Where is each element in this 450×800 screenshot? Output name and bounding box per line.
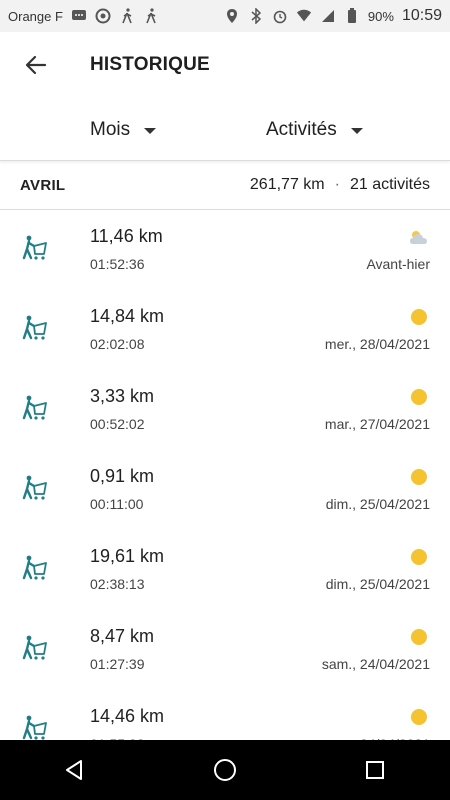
sun-icon (408, 388, 430, 406)
walking-cart-icon (20, 234, 48, 262)
wifi-icon (296, 8, 312, 24)
activity-distance: 19,61 km (90, 546, 165, 566)
chevron-down-icon (144, 128, 157, 134)
activity-type-dropdown[interactable]: Activités (266, 110, 363, 150)
filter-bar: Mois Activités (0, 98, 450, 161)
activity-date: mar., 27/04/2021 (324, 416, 430, 432)
activity-date: Avant-hier (366, 256, 430, 272)
page-title: HISTORIQUE (90, 54, 210, 75)
navigation-bar (0, 740, 450, 800)
battery-icon (344, 8, 360, 24)
cloudy-icon (408, 228, 430, 246)
nav-recents-button[interactable] (350, 745, 400, 795)
activity-distance: 3,33 km (90, 386, 155, 406)
activity-duration: 01:27:39 (90, 656, 145, 672)
walking-cart-icon (20, 634, 48, 662)
activity-duration: 02:02:08 (90, 336, 145, 352)
walking-icon-2 (143, 8, 159, 24)
walking-cart-icon (20, 314, 48, 342)
sun-icon (408, 468, 430, 486)
walking-icon (119, 8, 135, 24)
arrow-left-icon (25, 55, 47, 75)
sun-icon (408, 548, 430, 566)
triangle-back-icon (66, 760, 82, 780)
month-name: AVRIL (20, 176, 66, 194)
activity-distance: 8,47 km (90, 626, 155, 646)
walking-cart-icon (20, 394, 48, 422)
month-summary: AVRIL 261,77 km · 21 activités (0, 161, 450, 210)
square-recents-icon (366, 761, 384, 779)
activity-row[interactable]: 3,33 km 00:52:02 mar., 27/04/2021 (0, 370, 450, 450)
activity-date: sam., 24/04/2021 (321, 656, 430, 672)
carrier-label: Orange F (8, 8, 63, 24)
activity-row[interactable]: 8,47 km 01:27:39 sam., 24/04/2021 (0, 610, 450, 690)
activity-row[interactable]: 14,46 km 01:55:38 sam., 24/04/2021 (0, 690, 450, 740)
activity-type-dropdown-label: Activités (266, 119, 337, 140)
activity-list: 11,46 km 01:52:36 Avant-hier 14,84 km 02… (0, 210, 450, 740)
sun-icon (408, 308, 430, 326)
app-bar: HISTORIQUE (0, 32, 450, 98)
activity-distance: 14,84 km (90, 306, 165, 326)
walking-cart-icon (20, 474, 48, 502)
activity-row[interactable]: 0,91 km 00:11:00 dim., 25/04/2021 (0, 450, 450, 530)
alarm-icon (272, 8, 288, 24)
bluetooth-icon (248, 8, 264, 24)
activity-duration: 02:38:13 (90, 576, 145, 592)
month-total-distance: 261,77 km (249, 176, 325, 193)
activity-date: dim., 25/04/2021 (325, 496, 430, 512)
clock: 10:59 (401, 7, 442, 24)
sun-icon (408, 708, 430, 726)
activity-distance: 0,91 km (90, 466, 155, 486)
period-dropdown[interactable]: Mois (90, 110, 157, 150)
month-stats: 261,77 km · 21 activités (250, 176, 430, 194)
period-dropdown-label: Mois (90, 119, 131, 140)
activity-date: dim., 25/04/2021 (325, 576, 430, 592)
activity-row[interactable]: 11,46 km 01:52:36 Avant-hier (0, 210, 450, 290)
activity-date: mer., 28/04/2021 (324, 336, 430, 352)
activity-duration: 01:52:36 (90, 256, 145, 272)
separator-dot: · (334, 176, 340, 193)
status-bar: Orange F 90% 10:59 (0, 0, 450, 32)
activity-duration: 00:52:02 (90, 416, 145, 432)
nav-back-button[interactable] (50, 745, 100, 795)
walking-cart-icon (20, 554, 48, 582)
circle-home-icon (214, 759, 236, 781)
messages-icon (71, 8, 87, 24)
sun-icon (408, 628, 430, 646)
back-button[interactable] (16, 45, 56, 85)
battery-level: 90% (367, 8, 394, 24)
chevron-down-icon (350, 128, 363, 134)
activity-duration: 00:11:00 (90, 496, 144, 512)
nav-home-button[interactable] (200, 745, 250, 795)
location-icon (224, 8, 240, 24)
signal-icon (320, 8, 336, 24)
activity-row[interactable]: 14,84 km 02:02:08 mer., 28/04/2021 (0, 290, 450, 370)
walking-cart-icon (20, 714, 48, 740)
month-activity-count: 21 activités (349, 176, 430, 193)
activity-row[interactable]: 19,61 km 02:38:13 dim., 25/04/2021 (0, 530, 450, 610)
activity-distance: 14,46 km (90, 706, 165, 726)
chrome-icon (95, 8, 111, 24)
activity-distance: 11,46 km (90, 226, 163, 246)
